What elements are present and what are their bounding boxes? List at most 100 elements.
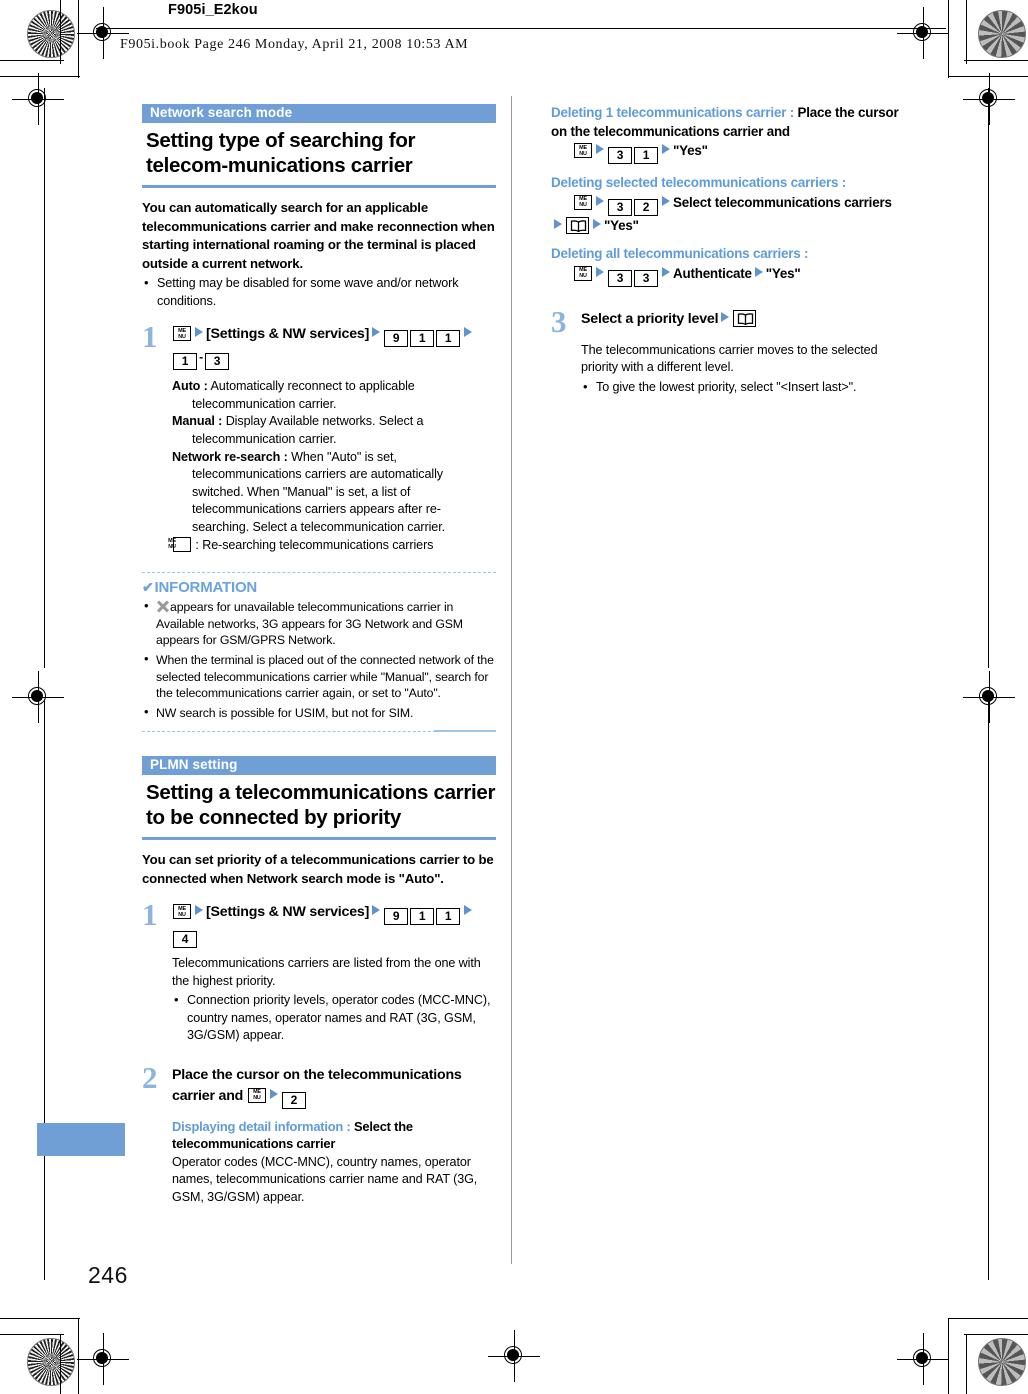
num-key-icon[interactable]: 1 xyxy=(173,353,197,371)
detail-information-block: Displaying detail information : Select t… xyxy=(172,1118,496,1206)
detail-heading-blue: Displaying detail information : xyxy=(172,1118,351,1134)
crop-line xyxy=(948,0,950,78)
num-key-icon[interactable]: 3 xyxy=(608,147,632,165)
menu-key-label-bottom: NU xyxy=(253,1095,261,1102)
information-list: appears for unavailable telecommunicatio… xyxy=(142,598,496,722)
crop-line xyxy=(988,88,990,668)
information-box: ✔INFORMATION appears for unavailable tel… xyxy=(142,572,496,733)
print-metadata-line: F905i.book Page 246 Monday, April 21, 20… xyxy=(120,37,469,52)
num-key-icon[interactable]: 2 xyxy=(634,198,658,216)
step-bullet-list: To give the lowest priority, select "<In… xyxy=(581,378,905,396)
column-divider xyxy=(511,96,512,1264)
num-key-icon[interactable]: 4 xyxy=(173,931,197,949)
book-key-icon[interactable] xyxy=(566,216,589,234)
num-key-icon[interactable]: 3 xyxy=(608,198,632,216)
step-text: Select a priority level xyxy=(581,310,719,327)
list-item: appears for unavailable telecommunicatio… xyxy=(142,598,496,649)
step-3: 3 Select a priority level xyxy=(551,306,905,337)
num-key-icon[interactable]: 9 xyxy=(384,908,409,926)
delete-one-carrier-block: Deleting 1 telecommunications carrier : … xyxy=(551,104,905,165)
menu-key-icon[interactable]: ME NU xyxy=(168,536,191,552)
step-text: [Settings & NW services] xyxy=(206,904,370,921)
num-key-icon[interactable]: 1 xyxy=(634,147,658,165)
num-key-icon[interactable]: 1 xyxy=(436,908,461,926)
menu-key-label-bottom: NU xyxy=(579,202,587,209)
step-instruction: ME NU [Settings & NW services] 9 1 14 xyxy=(172,902,496,949)
step-number: 2 xyxy=(142,1059,158,1095)
menu-key-icon[interactable]: ME NU xyxy=(247,1087,266,1103)
crop-line xyxy=(0,1334,64,1336)
menu-key-label-top: ME xyxy=(178,327,186,334)
section-plmn-setting: PLMN setting Setting a telecommunication… xyxy=(142,756,496,1206)
num-key-icon[interactable]: 3 xyxy=(608,269,632,287)
block-tail-text: "Yes" xyxy=(673,143,708,159)
crop-line xyxy=(964,60,1028,62)
book-key-icon[interactable] xyxy=(733,309,757,327)
arrow-right-icon xyxy=(464,327,473,338)
arrow-right-icon xyxy=(596,144,604,155)
menu-key-icon[interactable]: ME NU xyxy=(574,143,592,159)
menu-key-icon[interactable]: ME NU xyxy=(574,194,592,210)
block-keys-line: ME NU 3 1 "Yes" xyxy=(551,141,905,165)
arrow-right-icon xyxy=(372,905,381,916)
block-mid-text: Authenticate xyxy=(673,265,752,281)
definition-desc: Display Available networks. Select a tel… xyxy=(192,414,424,446)
arrow-right-icon xyxy=(596,266,604,277)
section-banner: PLMN setting xyxy=(142,756,496,776)
list-item: Setting may be disabled for some wave an… xyxy=(142,274,496,310)
arrow-right-icon xyxy=(269,1088,278,1099)
block-tail-text: "Yes" xyxy=(765,265,801,281)
num-key-icon[interactable]: 1 xyxy=(410,908,435,926)
information-heading: ✔INFORMATION xyxy=(142,579,496,596)
menu-key-icon[interactable]: ME NU xyxy=(173,326,191,342)
crop-line xyxy=(988,700,990,1280)
detail-heading: Displaying detail information : Select t… xyxy=(172,1118,496,1153)
information-separator-top xyxy=(142,572,496,574)
num-key-icon[interactable]: 2 xyxy=(281,1091,306,1109)
definition-term: Manual : xyxy=(172,414,223,429)
num-key-icon[interactable]: 9 xyxy=(384,330,409,348)
num-key-icon[interactable]: 1 xyxy=(436,330,461,348)
list-item: NW search is possible for USIM, but not … xyxy=(142,704,496,722)
menu-key-label-top: ME xyxy=(579,267,587,274)
menu-key-icon[interactable]: ME NU xyxy=(574,265,592,281)
arrow-right-icon xyxy=(721,311,730,322)
crop-line xyxy=(0,1318,80,1320)
step-number: 1 xyxy=(142,319,158,355)
section-rule xyxy=(142,185,496,188)
lead-bullet-list: Setting may be disabled for some wave an… xyxy=(142,274,496,310)
header-rule xyxy=(96,28,946,30)
definition-item: Network re-search : When "Auto" is set, … xyxy=(172,449,496,537)
menu-key-icon[interactable]: ME NU xyxy=(173,904,191,920)
section-network-search-mode: Network search mode Setting type of sear… xyxy=(142,104,496,554)
definition-term: Auto : xyxy=(172,379,208,394)
menu-key-note: ME NU : Re-searching telecommunications c… xyxy=(168,536,496,555)
definition-list: Auto : Automatically reconnect to applic… xyxy=(168,378,496,555)
bullseye-mark xyxy=(77,1333,129,1385)
step-number: 1 xyxy=(142,897,158,933)
information-separator-bottom xyxy=(142,730,496,733)
step-1: 1 ME NU [Settings & NW services] 9 1 14 xyxy=(142,897,496,949)
crop-line xyxy=(964,1334,1028,1336)
num-key-icon[interactable]: 3 xyxy=(634,269,658,287)
crop-line xyxy=(44,700,46,1280)
block-keys-line-continued: "Yes" xyxy=(551,216,905,235)
starburst-mark-bottom-right xyxy=(978,1338,1026,1386)
crop-line xyxy=(0,76,80,78)
open-book-glyph xyxy=(738,313,754,326)
information-heading-text: INFORMATION xyxy=(154,579,258,597)
step-instruction: Place the cursor on the telecommunicatio… xyxy=(172,1065,496,1109)
bullseye-mark xyxy=(77,7,129,59)
block-keys-line: ME NU 3 2 Select telecommunications carriers xyxy=(551,193,905,216)
step-instruction: Select a priority level xyxy=(581,309,905,335)
menu-key-label-top: ME xyxy=(178,905,186,912)
bullseye-mark xyxy=(12,671,64,723)
step-1: 1 ME NU [Settings & NW services] 9 1 11-3 xyxy=(142,319,496,371)
num-key-icon[interactable]: 1 xyxy=(410,330,435,348)
block-mid-text: Select telecommunications carriers xyxy=(673,194,892,210)
crop-line xyxy=(78,1318,80,1394)
block-heading: Deleting all telecommunications carriers… xyxy=(551,246,809,262)
num-key-icon[interactable]: 3 xyxy=(205,353,229,371)
definition-item: Auto : Automatically reconnect to applic… xyxy=(172,378,496,413)
arrow-right-icon xyxy=(662,144,670,155)
